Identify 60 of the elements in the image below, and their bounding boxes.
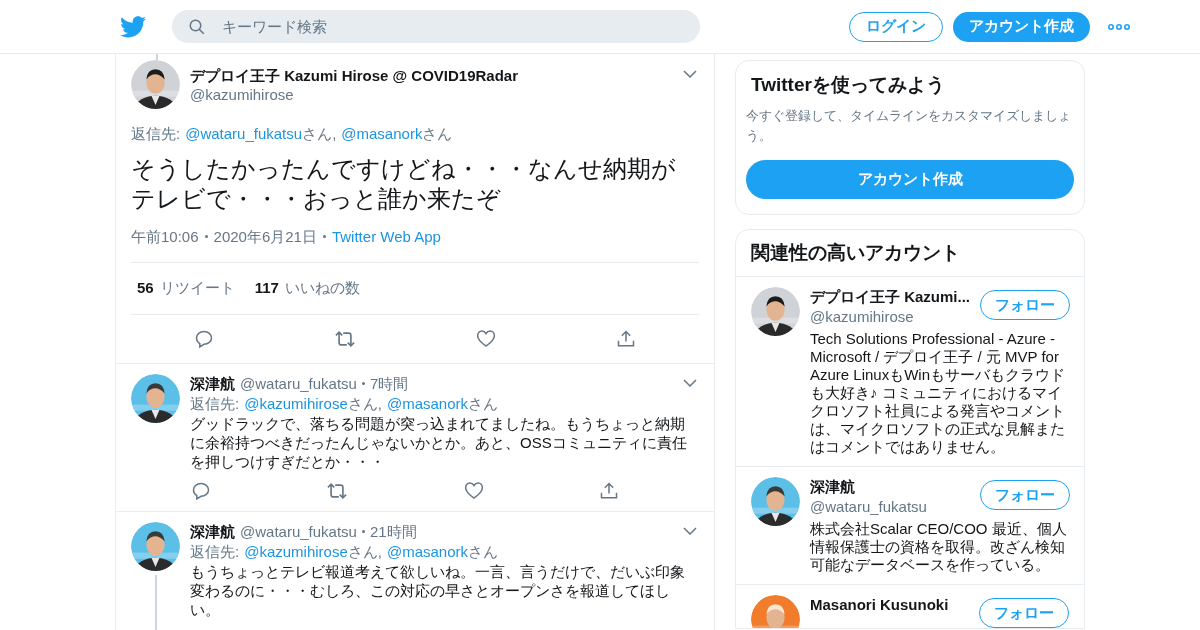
tweet-time[interactable]: 午前10:06 [131, 225, 199, 248]
tweet-time[interactable]: 21時間 [369, 521, 417, 541]
mention-link[interactable]: @masanork [386, 542, 469, 560]
user-handle[interactable]: @wataru_fukatsu [240, 373, 357, 393]
mention-link[interactable]: @masanork [341, 125, 423, 142]
stat-count[interactable]: 56 [137, 277, 154, 300]
signup-button[interactable]: アカウント作成 [746, 159, 1074, 199]
heart-icon[interactable] [476, 329, 496, 348]
mention-link[interactable]: @kazumihirose [244, 542, 348, 560]
chevron-icon[interactable] [683, 527, 697, 535]
source-link[interactable]: Twitter Web App [331, 225, 441, 248]
tweet-text: そうしたかったんですけどね・・・なんせ納期がテレビで・・・おっと誰か来たぞ [131, 153, 677, 214]
card-title: 関連性の高いアカウント [736, 229, 1084, 277]
user-name[interactable]: Masanori Kusunoki [810, 595, 949, 615]
more-icon[interactable] [1108, 23, 1130, 30]
stat-count[interactable]: 117 [254, 277, 279, 300]
user-name[interactable]: 深津航 [190, 521, 235, 541]
share-icon[interactable] [599, 480, 619, 501]
stat-label[interactable]: リツイート [159, 277, 235, 300]
card-title: Twitterを使ってみよう [750, 73, 946, 97]
stat-label[interactable]: いいねの数 [284, 277, 360, 300]
honorific-text: さん, [347, 394, 382, 412]
honorific-text: さん, [347, 542, 382, 560]
honorific-text: さん [468, 394, 499, 412]
mention-link[interactable]: @wataru_fukatsu [185, 125, 303, 142]
tweet-text: グッドラックで、落ちる問題が突っ込まれてましたね。もうちょっと納期に余裕持つべきだったんじゃないかとか。あと、OSSコミュニティに責任を押しつけすぎだとか・・・ [190, 413, 688, 471]
heart-icon[interactable] [463, 481, 484, 500]
tweet-date: 2020年6月21日 [213, 226, 317, 247]
account-bio: Tech Solutions Professional - Azure - Microsoft / デプロイ王子 / 元 MVP for Azure LinuxもWinもサーバもクラウドも大好き♪ コミュニティにおけるマイクロソフト社員による発言やコメントは、マイクロソフトの正式な見解またはコメントではありません。 [810, 330, 1067, 456]
honorific-text: さん, [302, 125, 337, 142]
account-bio: 株式会社Scalar CEO/COO 最近、個人情報保護士の資格を取得。改ざん検知可能なデータベースを作っている。 [810, 520, 1068, 574]
mention-link[interactable]: @masanork [386, 394, 469, 412]
search-icon [188, 18, 206, 36]
honorific-text: さん [468, 542, 499, 560]
honorific-text: さん [422, 125, 453, 142]
user-name[interactable]: デプロイ王子 Kazumi... [810, 287, 970, 307]
user-handle[interactable]: @wataru_fukatsu [810, 497, 927, 517]
user-name[interactable]: 深津航 [810, 477, 927, 497]
user-handle[interactable]: @wataru_fukatsu [240, 521, 357, 541]
bird-icon[interactable] [120, 15, 146, 38]
tweet-time[interactable]: 7時間 [369, 373, 409, 393]
share-icon[interactable] [616, 328, 636, 349]
signup-button[interactable]: アカウント作成 [953, 11, 1090, 42]
tweet-text: もうちょっとテレビ報道考えて欲しいね。一言、言うだけで、だいぶ印象変わるのに・・・むしろ、この対応の早さとオープンさを報道してほしい。 [190, 561, 686, 619]
mention-link[interactable]: @kazumihirose [244, 394, 348, 412]
chevron-icon[interactable] [683, 379, 697, 387]
search-field[interactable]: キーワード検索 [172, 10, 700, 43]
user-name[interactable]: 深津航 [190, 373, 235, 393]
card-text: 今すぐ登録して、タイムラインをカスタマイズしましょう。 [746, 106, 1072, 145]
user-handle[interactable]: @kazumihirose [190, 85, 673, 104]
reply-to-label: 返信先: [190, 393, 240, 414]
user-handle[interactable]: @kazumihirose [810, 307, 970, 327]
retweet-icon[interactable] [326, 480, 349, 501]
user-name[interactable]: デプロイ王子 Kazumi Hirose @ COVID19Radar [190, 66, 673, 85]
retweet-icon[interactable] [334, 328, 356, 349]
reply-icon[interactable] [191, 480, 211, 501]
reply-to-label: 返信先: [131, 124, 181, 144]
reply-icon[interactable] [194, 328, 214, 349]
chevron-icon[interactable] [683, 70, 697, 78]
reply-to-label: 返信先: [190, 541, 240, 562]
